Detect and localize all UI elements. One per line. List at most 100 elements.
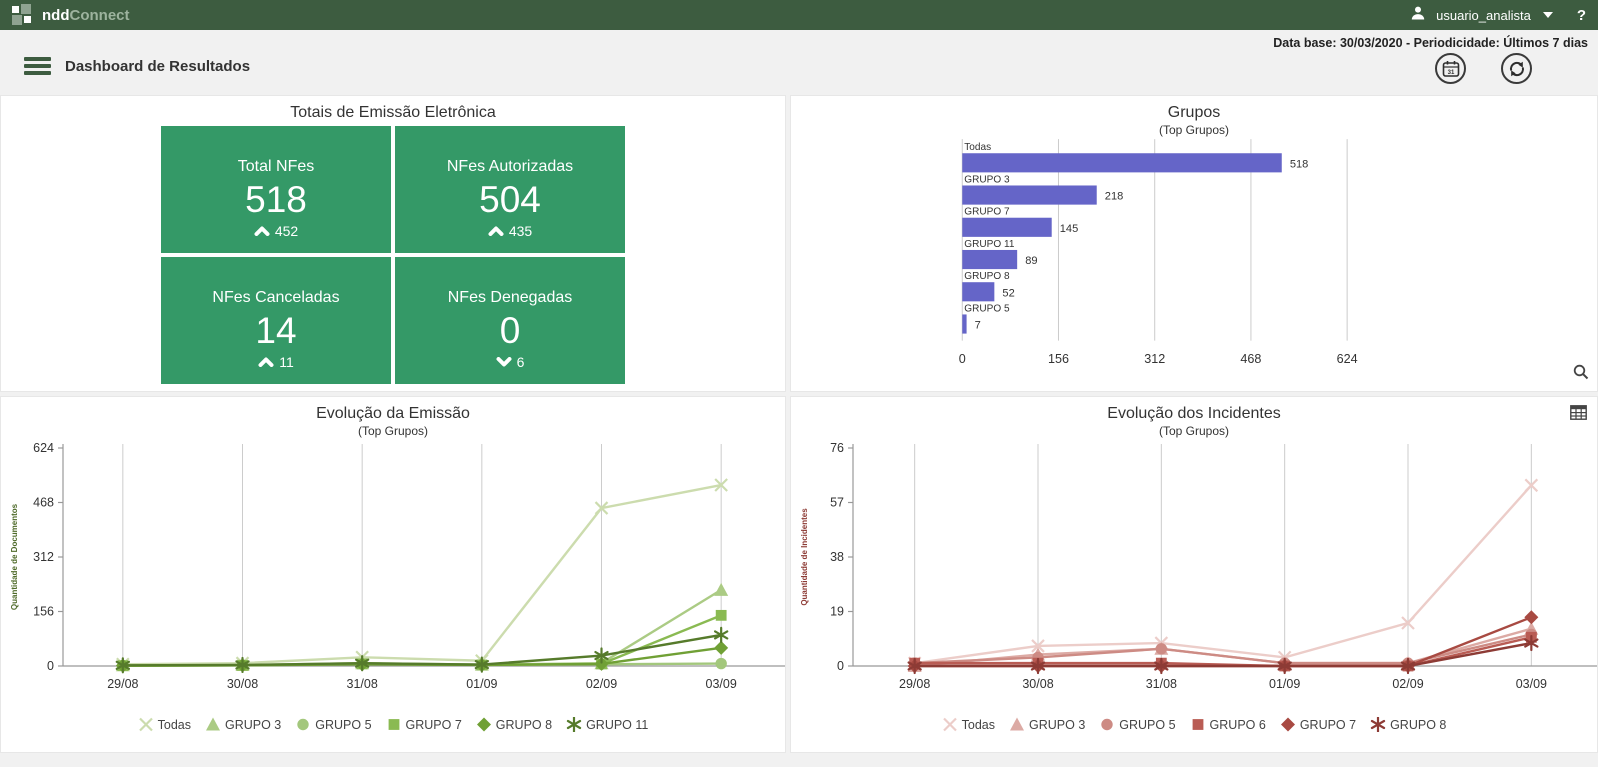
legend-item: Todas bbox=[942, 717, 995, 732]
kpi-cards-grid: Total NFes 518 452 NFes Autorizadas 504 bbox=[161, 126, 625, 384]
refresh-icon bbox=[1508, 60, 1526, 78]
chevron-up-icon bbox=[488, 223, 504, 239]
svg-text:GRUPO 3: GRUPO 3 bbox=[964, 174, 1010, 185]
chevron-down-icon bbox=[496, 354, 512, 370]
evolucao-incidentes-panel: Evolução dos Incidentes (Top Grupos) 0 19… bbox=[790, 396, 1598, 753]
legend-item: GRUPO 3 bbox=[1009, 717, 1085, 732]
svg-text:38: 38 bbox=[830, 550, 844, 564]
svg-text:31: 31 bbox=[1447, 70, 1454, 76]
kpi-value: 518 bbox=[245, 179, 307, 221]
kpi-label: NFes Autorizadas bbox=[447, 158, 573, 176]
svg-text:Todas: Todas bbox=[964, 142, 991, 153]
triangle-marker-icon bbox=[1009, 717, 1025, 732]
refresh-button[interactable] bbox=[1501, 53, 1532, 84]
emissao-subtitle: (Top Grupos) bbox=[1, 424, 785, 438]
database-period-info: Data base: 30/03/2020 - Periodicidade: Ú… bbox=[1273, 36, 1588, 50]
user-icon bbox=[1410, 5, 1426, 26]
legend-item: GRUPO 8 bbox=[1370, 717, 1446, 732]
legend-label: GRUPO 8 bbox=[496, 718, 552, 732]
svg-text:624: 624 bbox=[1337, 352, 1358, 366]
emissao-line-chart: 015631246862429/0830/0831/0801/0902/0903… bbox=[1, 438, 785, 710]
svg-text:03/09: 03/09 bbox=[706, 677, 737, 691]
brand-text: nddConnect bbox=[42, 7, 130, 24]
legend-label: GRUPO 5 bbox=[1119, 718, 1175, 732]
chevron-up-icon bbox=[258, 354, 274, 370]
circle-marker-icon bbox=[1099, 717, 1115, 732]
svg-text:0: 0 bbox=[837, 659, 844, 673]
svg-text:30/08: 30/08 bbox=[1022, 677, 1053, 691]
table-icon[interactable] bbox=[1570, 405, 1587, 425]
caret-down-icon[interactable] bbox=[1543, 12, 1553, 18]
legend-label: Todas bbox=[158, 718, 191, 732]
kpi-label: Total NFes bbox=[238, 158, 314, 176]
svg-text:29/08: 29/08 bbox=[899, 677, 930, 691]
svg-text:89: 89 bbox=[1025, 255, 1037, 267]
legend-label: GRUPO 7 bbox=[406, 718, 462, 732]
legend-item: GRUPO 7 bbox=[1280, 717, 1356, 732]
ndd-connect-logo: nddConnect bbox=[12, 4, 130, 26]
kpi-card-nfes-denegadas[interactable]: NFes Denegadas 0 6 bbox=[395, 257, 625, 384]
svg-text:19: 19 bbox=[830, 605, 844, 619]
grupos-bar-chart: 0156312468624Todas518GRUPO 3218GRUPO 714… bbox=[791, 137, 1597, 373]
emissao-title: Evolução da Emissão bbox=[1, 405, 785, 423]
svg-text:145: 145 bbox=[1060, 223, 1078, 235]
svg-text:624: 624 bbox=[33, 441, 54, 455]
svg-text:GRUPO 8: GRUPO 8 bbox=[964, 271, 1010, 282]
svg-text:156: 156 bbox=[1048, 352, 1069, 366]
help-icon[interactable]: ? bbox=[1577, 7, 1586, 24]
kpi-card-nfes-canceladas[interactable]: NFes Canceladas 14 11 bbox=[161, 257, 391, 384]
emissao-legend: TodasGRUPO 3GRUPO 5GRUPO 7GRUPO 8GRUPO 1… bbox=[1, 717, 785, 732]
kpi-card-nfes-autorizadas[interactable]: NFes Autorizadas 504 435 bbox=[395, 126, 625, 253]
incidentes-title: Evolução dos Incidentes bbox=[791, 405, 1597, 423]
svg-text:312: 312 bbox=[1144, 352, 1165, 366]
svg-text:Quantidade de Incidentes: Quantidade de Incidentes bbox=[800, 508, 809, 606]
svg-text:218: 218 bbox=[1105, 191, 1123, 203]
svg-text:29/08: 29/08 bbox=[107, 677, 138, 691]
svg-text:Quantidade de Documentos: Quantidade de Documentos bbox=[10, 503, 19, 610]
legend-item: GRUPO 8 bbox=[476, 717, 552, 732]
svg-text:312: 312 bbox=[33, 550, 54, 564]
zoom-icon[interactable] bbox=[1573, 364, 1589, 385]
totais-panel-title: Totais de Emissão Eletrônica bbox=[1, 104, 785, 122]
svg-text:156: 156 bbox=[33, 605, 54, 619]
brand-light: Connect bbox=[70, 7, 130, 24]
dashboard-page: nddConnect usuario_analista ? Data base:… bbox=[0, 0, 1598, 767]
legend-item: GRUPO 7 bbox=[386, 717, 462, 732]
username-label[interactable]: usuario_analista bbox=[1436, 8, 1531, 23]
asterisk-marker-icon bbox=[1370, 717, 1386, 732]
triangle-marker-icon bbox=[205, 717, 221, 732]
asterisk-marker-icon bbox=[566, 717, 582, 732]
legend-label: GRUPO 5 bbox=[315, 718, 371, 732]
square-marker-icon bbox=[386, 717, 402, 732]
kpi-value: 504 bbox=[479, 179, 541, 221]
evolucao-emissao-panel: Evolução da Emissão (Top Grupos) 0 156 312… bbox=[0, 396, 786, 753]
incidentes-line-chart: 01938577629/0830/0831/0801/0902/0903/09Q… bbox=[791, 438, 1597, 710]
kpi-trend-value: 11 bbox=[279, 354, 294, 370]
svg-text:01/09: 01/09 bbox=[466, 677, 497, 691]
svg-text:76: 76 bbox=[830, 441, 844, 455]
kpi-label: NFes Denegadas bbox=[448, 289, 573, 307]
chevron-up-icon bbox=[254, 223, 270, 239]
kpi-value: 14 bbox=[255, 310, 296, 352]
svg-text:02/09: 02/09 bbox=[1392, 677, 1423, 691]
legend-label: GRUPO 3 bbox=[225, 718, 281, 732]
svg-text:GRUPO 5: GRUPO 5 bbox=[964, 303, 1010, 314]
svg-text:57: 57 bbox=[830, 496, 844, 510]
calendar-button[interactable]: 31 bbox=[1435, 53, 1466, 84]
sub-header: Data base: 30/03/2020 - Periodicidade: Ú… bbox=[0, 30, 1598, 95]
top-header-bar: nddConnect usuario_analista ? bbox=[0, 0, 1598, 30]
svg-text:0: 0 bbox=[959, 352, 966, 366]
incidentes-legend: TodasGRUPO 3GRUPO 5GRUPO 6GRUPO 7GRUPO 8 bbox=[791, 717, 1597, 732]
legend-label: GRUPO 7 bbox=[1300, 718, 1356, 732]
svg-text:0: 0 bbox=[47, 659, 54, 673]
kpi-value: 0 bbox=[500, 310, 521, 352]
menu-icon[interactable] bbox=[24, 57, 51, 77]
svg-text:31/08: 31/08 bbox=[347, 677, 378, 691]
kpi-trend-value: 6 bbox=[517, 354, 525, 370]
legend-item: GRUPO 5 bbox=[295, 717, 371, 732]
kpi-card-total-nfes[interactable]: Total NFes 518 452 bbox=[161, 126, 391, 253]
square-marker-icon bbox=[1190, 717, 1206, 732]
svg-text:03/09: 03/09 bbox=[1516, 677, 1547, 691]
x-marker-icon bbox=[942, 717, 958, 732]
incidentes-subtitle: (Top Grupos) bbox=[791, 424, 1597, 438]
